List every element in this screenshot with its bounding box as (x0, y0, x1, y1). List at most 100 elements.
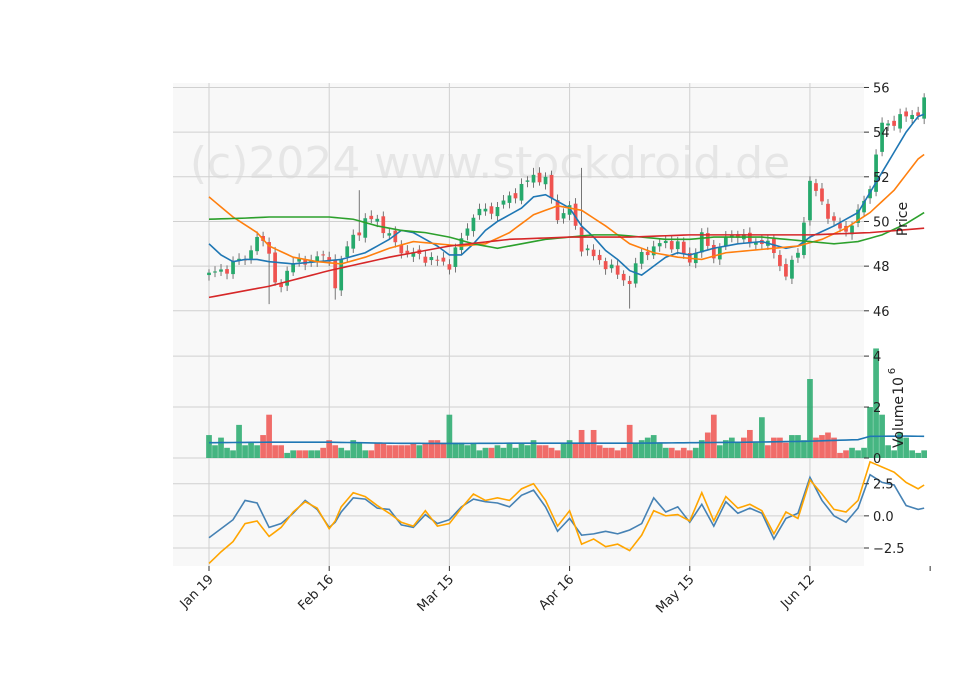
volume-bar (458, 442, 465, 458)
volume-bar (572, 442, 579, 458)
candle-down (814, 183, 818, 191)
candle-up (345, 246, 350, 257)
volume-bar (548, 447, 555, 458)
volume-bar (482, 447, 489, 458)
candle-down (615, 265, 620, 275)
volume-axis-label: Volume (891, 396, 907, 448)
volume-bar (338, 447, 345, 458)
x-tick-label: May 15 (653, 572, 697, 616)
volume-bar (284, 452, 290, 458)
volume-bar (272, 445, 278, 458)
volume-bar (741, 437, 747, 458)
volume-bar (518, 442, 525, 458)
candle-up (213, 271, 217, 273)
candle-down (832, 216, 836, 221)
volume-bar (404, 445, 411, 458)
candle-down (669, 241, 674, 250)
x-tick-label: Mar 15 (415, 572, 458, 615)
x-tick-label: Apr 16 (536, 572, 577, 613)
volume-bar (662, 447, 669, 458)
volume-bar (230, 450, 236, 458)
volume-bar (650, 435, 657, 458)
volume-bar (464, 445, 471, 458)
candle-up (483, 208, 488, 212)
volume-bar (560, 442, 567, 458)
volume-bar (380, 442, 387, 458)
candle-up (796, 252, 800, 258)
candle-up (255, 236, 259, 252)
volume-bar (789, 435, 795, 458)
volume-bar (392, 445, 399, 458)
volume-bar (512, 447, 519, 458)
y-tick-label: 4 (873, 350, 881, 365)
volume-bar (783, 442, 789, 458)
volume-bar (500, 447, 507, 458)
volume-bar (891, 450, 897, 458)
volume-bar (668, 447, 675, 458)
volume-bar (356, 442, 363, 458)
volume-bar (332, 445, 339, 458)
volume-bar (680, 447, 687, 458)
volume-bar (386, 445, 393, 458)
candle-up (501, 200, 506, 205)
candle-down (441, 257, 446, 262)
volume-bar (807, 379, 813, 458)
candle-up (585, 248, 590, 251)
candle-up (898, 114, 902, 129)
volume-bar (843, 450, 849, 458)
volume-bar (632, 442, 639, 458)
candle-up (219, 269, 223, 272)
candle-down (681, 241, 686, 254)
volume-bar (777, 437, 783, 458)
candle-down (513, 193, 518, 199)
candle-down (537, 172, 542, 183)
volume-bar (554, 450, 561, 458)
volume-bar (398, 445, 405, 458)
candle-up (351, 234, 356, 249)
x-tick-label: Feb 16 (296, 572, 338, 614)
volume-bar (819, 435, 825, 458)
volume-bar (710, 414, 717, 458)
candle-down (447, 264, 452, 270)
volume-bar (452, 442, 459, 458)
candle-down (555, 200, 560, 221)
candle-down (597, 254, 602, 261)
y-tick-label: 2 (873, 401, 881, 416)
volume-bar (224, 447, 230, 458)
volume-bar (626, 424, 633, 458)
volume-bar (759, 417, 765, 458)
volume-bar (728, 437, 735, 458)
volume-axis-multiplier-exponent: 6 (887, 368, 898, 374)
candle-up (465, 228, 470, 236)
volume-bar (362, 450, 369, 458)
volume-bar (260, 435, 266, 458)
y-tick-label: 54 (873, 126, 890, 141)
volume-bar (374, 442, 381, 458)
volume-bar (470, 442, 477, 458)
volume-bar (302, 450, 309, 458)
candle-up (910, 114, 914, 120)
x-tick-label: Jun 12 (777, 572, 817, 612)
volume-bar (488, 447, 495, 458)
volume-bar (410, 442, 417, 458)
volume-bar (855, 450, 861, 458)
volume-bar (494, 445, 501, 458)
candle-down (273, 252, 277, 283)
watermark: (c)2024 www.stockdroid.de (190, 138, 790, 189)
candle-up (249, 250, 253, 259)
volume-bar (536, 445, 543, 458)
chart-canvas: (c)2024 www.stockdroid.de Jan 19 Feb 16 Ma… (173, 81, 931, 616)
candle-down (826, 203, 830, 219)
candle-up (477, 208, 482, 216)
price-axis-label: Price (895, 202, 911, 236)
y-tick-label: 50 (873, 215, 890, 230)
candle-up (663, 240, 668, 244)
candle-up (507, 195, 512, 203)
candle-up (886, 123, 890, 126)
y-tick-label: 0.0 (873, 510, 894, 525)
candle-down (784, 264, 788, 277)
candle-down (627, 280, 632, 285)
volume-bar (344, 450, 351, 458)
volume-bar (416, 445, 423, 458)
candle-down (603, 261, 608, 270)
